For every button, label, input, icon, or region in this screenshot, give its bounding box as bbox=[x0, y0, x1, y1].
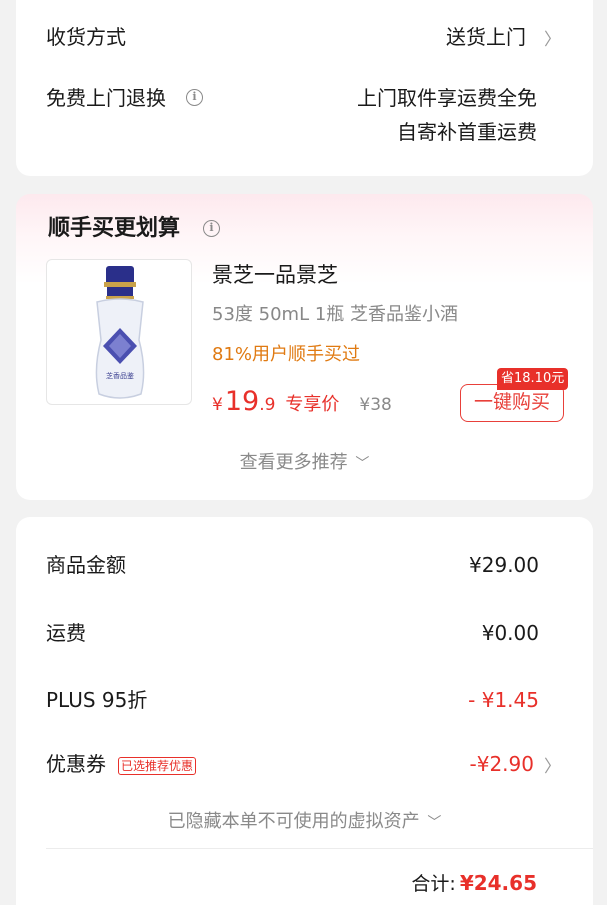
price-decimal: .9 bbox=[259, 395, 276, 415]
product-image[interactable]: 芝香品鉴 bbox=[46, 259, 192, 405]
shipping-fee-value: ¥0.00 bbox=[481, 621, 539, 645]
chevron-down-icon: ﹀ bbox=[427, 815, 442, 831]
price-currency: ¥ bbox=[212, 395, 223, 415]
coupon-tag: 已选推荐优惠 bbox=[118, 755, 197, 775]
addon-card: 顺手买更划算 i 芝香品鉴 景芝一品景芝 53度 50mL 1瓶 芝香品鉴小酒 … bbox=[16, 194, 593, 500]
addon-title: 顺手买更划算 bbox=[48, 216, 181, 241]
bottle-label: 芝香品鉴 bbox=[106, 371, 134, 380]
chevron-right-icon: 〉 bbox=[544, 29, 561, 50]
price-integer: 19 bbox=[224, 386, 260, 417]
social-proof: 81%用户顺手买过 bbox=[212, 344, 361, 365]
info-icon[interactable]: i bbox=[203, 220, 220, 237]
coupon-value: -¥2.90 bbox=[469, 752, 534, 776]
hidden-assets-label: 已隐藏本单不可使用的虚拟资产 bbox=[167, 811, 420, 832]
order-total: 合计: ¥24.65 bbox=[411, 869, 537, 896]
original-price: ¥38 bbox=[359, 395, 392, 415]
product-name[interactable]: 景芝一品景芝 bbox=[212, 260, 338, 290]
hidden-assets-toggle[interactable]: 已隐藏本单不可使用的虚拟资产 ﹀ bbox=[16, 809, 593, 836]
total-label: 合计: bbox=[411, 873, 456, 895]
summary-row-label: PLUS 95折 bbox=[46, 688, 148, 712]
divider bbox=[46, 848, 593, 849]
product-spec: 53度 50mL 1瓶 芝香品鉴小酒 bbox=[212, 304, 458, 325]
recommended-coupon-badge: 已选推荐优惠 bbox=[118, 757, 197, 775]
free-return-label: 免费上门退换 bbox=[46, 86, 166, 110]
delivery-method-value: 送货上门 bbox=[446, 25, 526, 49]
delivery-method-selector[interactable]: 送货上门 〉 bbox=[446, 23, 561, 51]
total-value: ¥24.65 bbox=[459, 871, 537, 895]
view-more-recommendations[interactable]: 查看更多推荐 ﹀ bbox=[16, 450, 593, 477]
coupon-selector[interactable]: -¥2.90 〉 bbox=[470, 750, 561, 778]
product-price: ¥ 19 .9 专享价 ¥38 bbox=[212, 386, 392, 418]
return-value-line2: 自寄补首重运费 bbox=[397, 120, 537, 144]
return-value-line1: 上门取件享运费全免 bbox=[357, 86, 537, 110]
summary-row-label: 优惠券 bbox=[46, 752, 106, 776]
price-label: 专享价 bbox=[285, 394, 340, 415]
summary-row-label: 运费 bbox=[46, 621, 86, 645]
price-summary-card: 商品金额 ¥29.00 运费 ¥0.00 PLUS 95折 - ¥1.45 优惠… bbox=[16, 517, 593, 905]
view-more-label: 查看更多推荐 bbox=[239, 452, 348, 473]
delivery-method-label: 收货方式 bbox=[46, 25, 126, 49]
bottle-image-icon: 芝香品鉴 bbox=[95, 266, 145, 399]
chevron-right-icon: 〉 bbox=[544, 756, 561, 777]
plus-discount-value: - ¥1.45 bbox=[468, 688, 539, 712]
save-badge: 省18.10元 bbox=[497, 368, 569, 390]
chevron-down-icon: ﹀ bbox=[355, 456, 370, 472]
summary-row-label: 商品金额 bbox=[46, 553, 126, 577]
info-icon[interactable]: i bbox=[186, 89, 203, 106]
goods-amount-value: ¥29.00 bbox=[469, 553, 539, 577]
delivery-card: 收货方式 送货上门 〉 免费上门退换 i 上门取件享运费全免 自寄补首重运费 bbox=[16, 0, 593, 176]
